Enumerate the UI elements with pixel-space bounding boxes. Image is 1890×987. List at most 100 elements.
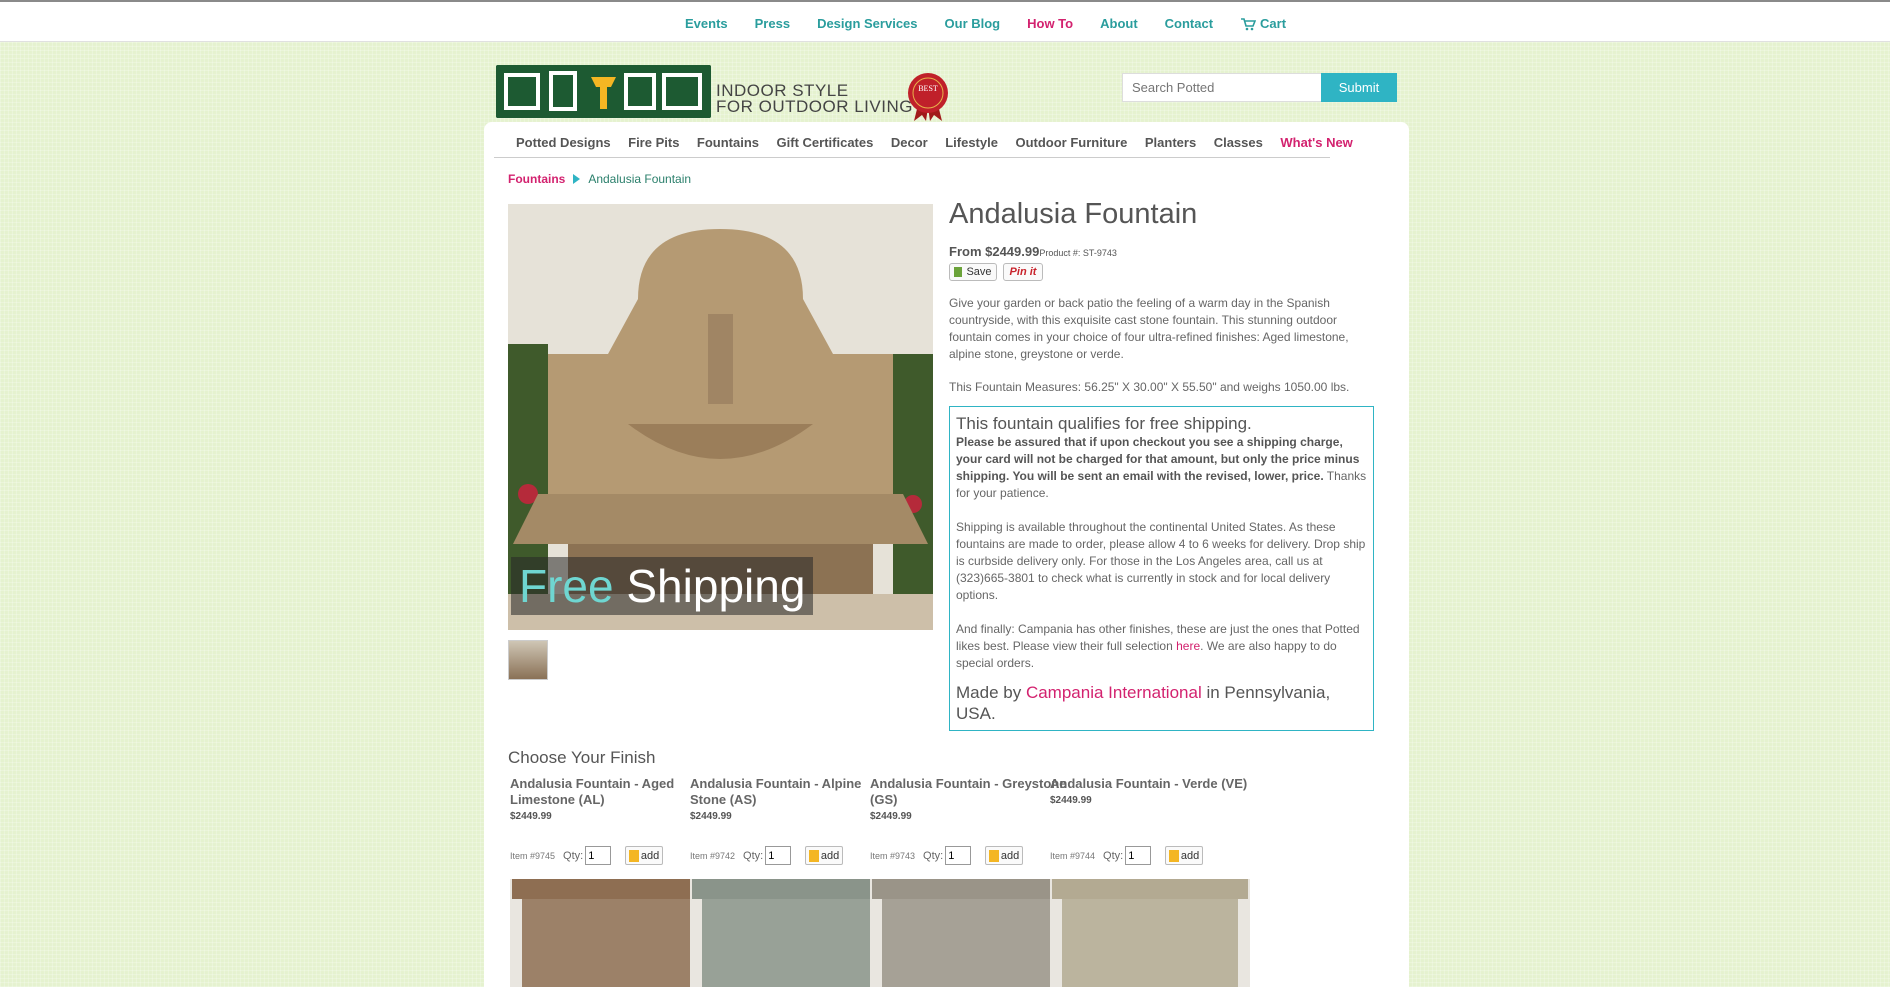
nav-whats-new[interactable]: What's New <box>1280 135 1352 150</box>
finish-name[interactable]: Andalusia Fountain - Verde (VE) <box>1050 776 1250 792</box>
add-label: add <box>1180 849 1200 862</box>
finish-swatch <box>522 899 698 987</box>
potted-logo-mark <box>496 65 711 118</box>
add-label: add <box>820 849 840 862</box>
top-bar: Events Press Design Services Our Blog Ho… <box>0 0 1890 42</box>
save-icon <box>954 267 963 277</box>
nav-planters[interactable]: Planters <box>1145 135 1196 150</box>
qty-input[interactable] <box>585 846 612 865</box>
product-number: Product #: ST-9743 <box>1039 248 1117 258</box>
search-input[interactable] <box>1122 73 1322 102</box>
choose-finish-title: Choose Your Finish <box>508 748 656 767</box>
finish-image[interactable] <box>510 879 710 987</box>
add-button[interactable]: add <box>805 846 844 865</box>
finish-card: Andalusia Fountain - Greystone (GS) $244… <box>870 776 1070 987</box>
finish-swatch <box>1052 879 1248 899</box>
main-nav: Potted Designs Fire Pits Fountains Gift … <box>494 128 1353 158</box>
product-price: From $2449.99 <box>949 244 1040 259</box>
breadcrumb-arrow-icon <box>573 174 581 184</box>
add-label: add <box>640 849 660 862</box>
finish-price: $2449.99 <box>510 811 552 822</box>
topnav-press[interactable]: Press <box>755 16 790 31</box>
qty-input[interactable] <box>1125 846 1152 865</box>
shipbox-assurance: Please be assured that if upon checkout … <box>956 434 1367 502</box>
save-label: Save <box>966 266 992 278</box>
topnav-cart[interactable]: Cart <box>1240 16 1286 31</box>
finish-swatch <box>872 879 1068 899</box>
topnav-our-blog[interactable]: Our Blog <box>945 16 1001 31</box>
add-to-cart-icon <box>629 850 640 862</box>
best-seal-icon: BEST <box>908 73 948 121</box>
qty-label: Qty: <box>1103 849 1124 862</box>
campania-link[interactable]: Campania International <box>1026 683 1202 702</box>
finish-image[interactable] <box>1050 879 1250 987</box>
finish-card: Andalusia Fountain - Alpine Stone (AS) $… <box>690 776 890 987</box>
nav-gift-certificates[interactable]: Gift Certificates <box>777 135 874 150</box>
nav-fountains[interactable]: Fountains <box>697 135 759 150</box>
add-button[interactable]: add <box>625 846 664 865</box>
product-main-image[interactable]: Free Shipping <box>508 204 933 630</box>
qty-input[interactable] <box>945 846 972 865</box>
search-submit-button[interactable]: Submit <box>1321 73 1397 102</box>
nav-classes[interactable]: Classes <box>1214 135 1263 150</box>
qty-input[interactable] <box>765 846 792 865</box>
svg-text:BEST: BEST <box>918 84 938 93</box>
product-thumbnail[interactable] <box>508 640 548 680</box>
made-by-text: Made by <box>956 683 1026 702</box>
product-title: Andalusia Fountain <box>949 198 1198 230</box>
pin-it-button[interactable]: Pin it <box>1003 263 1043 281</box>
finish-image[interactable] <box>690 879 890 987</box>
nav-lifestyle[interactable]: Lifestyle <box>945 135 998 150</box>
add-button[interactable]: add <box>985 846 1024 865</box>
finish-item-number: Item #9744 <box>1050 850 1096 861</box>
topnav-contact[interactable]: Contact <box>1165 16 1213 31</box>
free-text: Free <box>519 560 614 612</box>
topnav-design-services[interactable]: Design Services <box>817 16 917 31</box>
finish-item-number: Item #9745 <box>510 850 556 861</box>
topnav-events[interactable]: Events <box>685 16 728 31</box>
cart-icon <box>1241 17 1257 30</box>
topnav-about[interactable]: About <box>1100 16 1138 31</box>
finish-card: Andalusia Fountain - Aged Limestone (AL)… <box>510 776 710 987</box>
product-measures: This Fountain Measures: 56.25" X 30.00" … <box>949 380 1350 394</box>
add-to-cart-icon <box>809 850 820 862</box>
finish-swatch <box>702 899 878 987</box>
qty-label: Qty: <box>743 849 764 862</box>
shipbox-heading: This fountain qualifies for free shippin… <box>956 414 1252 433</box>
topnav-how-to[interactable]: How To <box>1027 16 1073 31</box>
finish-swatch <box>512 879 708 899</box>
free-shipping-box: This fountain qualifies for free shippin… <box>949 406 1374 731</box>
here-link[interactable]: here <box>1176 639 1200 653</box>
finish-order-row: Item #9744 Qty: add <box>1050 846 1204 865</box>
shipbox-assurance-bold: Please be assured that if upon checkout … <box>956 435 1360 483</box>
add-button[interactable]: add <box>1165 846 1204 865</box>
finish-swatch <box>692 879 888 899</box>
breadcrumb: Fountains Andalusia Fountain <box>508 172 691 186</box>
potted-logo[interactable]: INDOOR STYLE FOR OUTDOOR LIVING BEST <box>496 65 951 123</box>
finish-card: Andalusia Fountain - Verde (VE) $2449.99… <box>1050 776 1250 987</box>
add-label: add <box>1000 849 1020 862</box>
finish-name[interactable]: Andalusia Fountain - Alpine Stone (AS) <box>690 776 890 808</box>
finish-order-row: Item #9742 Qty: add <box>690 846 844 865</box>
shipbox-finally: And finally: Campania has other finishes… <box>956 621 1367 672</box>
shipping-text: Shipping <box>626 560 806 612</box>
logo-tagline-line2: FOR OUTDOOR LIVING <box>716 97 913 116</box>
breadcrumb-fountains-link[interactable]: Fountains <box>508 172 565 186</box>
made-by: Made by Campania International in Pennsy… <box>956 682 1367 724</box>
nav-outdoor-furniture[interactable]: Outdoor Furniture <box>1015 135 1127 150</box>
top-nav: Events Press Design Services Our Blog Ho… <box>685 16 1313 31</box>
finish-item-number: Item #9742 <box>690 850 736 861</box>
cart-label: Cart <box>1260 16 1287 31</box>
nav-decor[interactable]: Decor <box>891 135 928 150</box>
nav-fire-pits[interactable]: Fire Pits <box>628 135 679 150</box>
qty-label: Qty: <box>923 849 944 862</box>
finish-name[interactable]: Andalusia Fountain - Aged Limestone (AL) <box>510 776 710 808</box>
save-button[interactable]: Save <box>949 263 997 281</box>
finish-image[interactable] <box>870 879 1070 987</box>
finish-name[interactable]: Andalusia Fountain - Greystone (GS) <box>870 776 1070 808</box>
main-content: Potted Designs Fire Pits Fountains Gift … <box>484 122 1409 987</box>
finish-swatch <box>882 899 1058 987</box>
finish-price: $2449.99 <box>1050 795 1092 806</box>
nav-potted-designs[interactable]: Potted Designs <box>516 135 611 150</box>
breadcrumb-current: Andalusia Fountain <box>588 172 692 186</box>
